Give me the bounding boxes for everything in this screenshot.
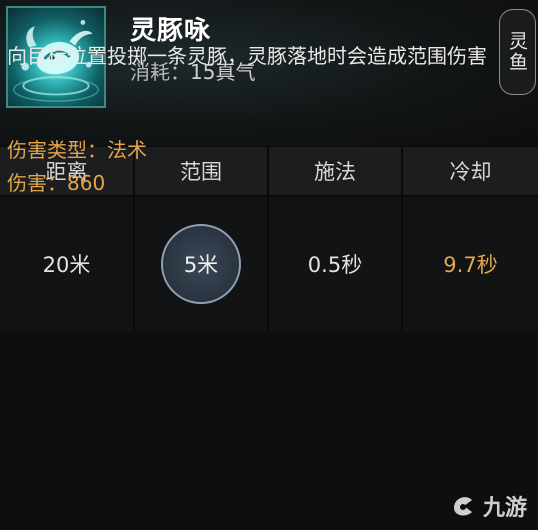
stat-header-range: 范围 (135, 147, 269, 195)
damage-value: 伤害：860 (7, 167, 105, 196)
skill-header: 灵豚咏 消耗：15真气 灵鱼 (0, 0, 538, 146)
stat-value-range: 5米 (161, 224, 241, 304)
damage-value-label: 伤害： (7, 171, 67, 195)
stat-value-distance: 20米 (0, 195, 135, 331)
stat-range-cell: 5米 (135, 195, 269, 331)
stat-value-cast: 0.5秒 (269, 195, 403, 331)
stat-value-cooldown: 9.7秒 (403, 195, 538, 331)
damage-type-label: 伤害类型： (7, 138, 107, 162)
damage-type: 伤害类型：法术 (7, 134, 147, 163)
skill-description: 向目标位置投掷一条灵豚，灵豚落地时会造成范围伤害 (7, 44, 487, 68)
nine-game-watermark: 九游 (448, 486, 534, 526)
watermark-text: 九游 (483, 496, 528, 521)
damage-type-value: 法术 (107, 138, 147, 162)
stat-header-cooldown: 冷却 (403, 147, 538, 195)
nine-game-logo-icon (454, 497, 472, 516)
damage-value-number: 860 (67, 171, 106, 195)
stat-header-cast: 施法 (269, 147, 403, 195)
